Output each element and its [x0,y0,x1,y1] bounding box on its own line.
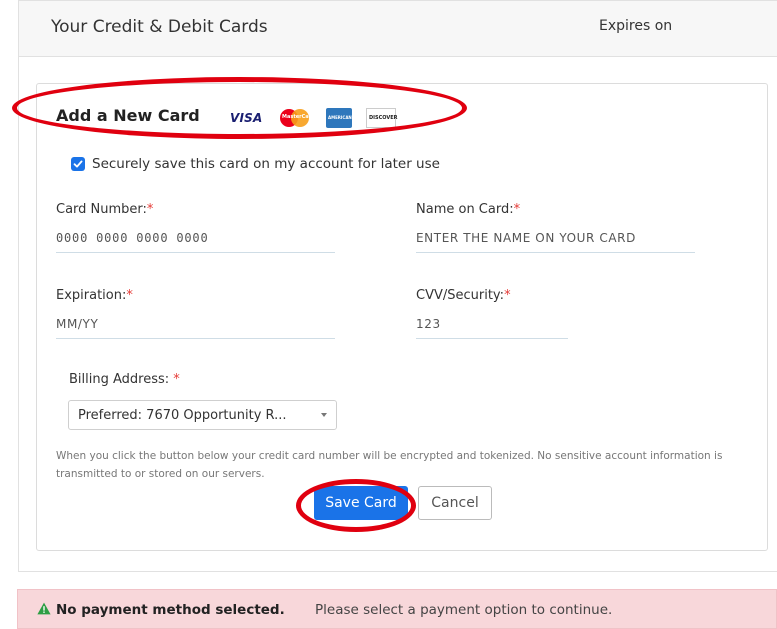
billing-address-value: Preferred: 7670 Opportunity R... [78,408,287,423]
card-brand-logos: VISA MasterCard AMERICAN EXPRESS DISCOVE… [230,108,398,128]
encryption-disclaimer: When you click the button below your cre… [56,450,723,480]
billing-address-label: Billing Address: * [69,372,180,387]
required-marker: * [173,372,180,387]
warning-triangle-icon [37,602,51,615]
expiration-label-text: Expiration: [56,288,127,303]
visa-logo: VISA [230,111,263,125]
mastercard-logo: MasterCard [278,108,315,128]
billing-address-select[interactable]: Preferred: 7670 Opportunity R... [68,400,337,430]
name-on-card-placeholder: ENTER THE NAME ON YOUR CARD [416,231,636,245]
save-card-checkbox[interactable] [71,157,85,171]
card-number-label-text: Card Number: [56,202,147,217]
expiration-label: Expiration:* [56,288,133,303]
cvv-input[interactable]: 123 [416,313,568,339]
panel-header: Your Credit & Debit Cards Expires on [19,1,777,57]
name-on-card-label-text: Name on Card: [416,202,514,217]
panel-title: Your Credit & Debit Cards [51,17,268,37]
mastercard-logo-text: MasterCard [282,114,315,120]
save-card-label: Securely save this card on my account fo… [92,156,440,172]
cvv-placeholder: 123 [416,317,441,331]
save-card-button[interactable]: Save Card [314,486,408,520]
caret-down-icon [321,413,327,417]
card-number-label: Card Number:* [56,202,153,217]
add-card-form: Add a New Card VISA MasterCard AMERICAN … [36,83,768,551]
cvv-label-text: CVV/Security: [416,288,505,303]
required-marker: * [504,288,511,303]
name-on-card-label: Name on Card:* [416,202,520,217]
save-card-option[interactable]: Securely save this card on my account fo… [71,156,440,172]
required-marker: * [126,288,133,303]
billing-address-label-text: Billing Address: [69,372,170,387]
cancel-button[interactable]: Cancel [418,486,492,520]
payment-alert: No payment method selected. Please selec… [17,589,777,629]
amex-logo: AMERICAN EXPRESS [326,108,373,128]
form-heading: Add a New Card [56,106,200,125]
checkmark-icon [73,160,83,168]
discover-logo: DISCOVER [366,108,398,128]
name-on-card-input[interactable]: ENTER THE NAME ON YOUR CARD [416,227,695,253]
required-marker: * [513,202,521,217]
alert-message: Please select a payment option to contin… [315,602,613,618]
alert-title: No payment method selected. [56,602,285,618]
card-number-placeholder: 0000 0000 0000 0000 [56,231,209,245]
required-marker: * [146,202,154,217]
expiration-placeholder: MM/YY [56,317,99,331]
cvv-label: CVV/Security:* [416,288,511,303]
discover-logo-text: DISCOVER [369,115,398,121]
card-number-input[interactable]: 0000 0000 0000 0000 [56,227,335,253]
expires-column-header: Expires on [599,18,673,34]
expiration-input[interactable]: MM/YY [56,313,335,339]
